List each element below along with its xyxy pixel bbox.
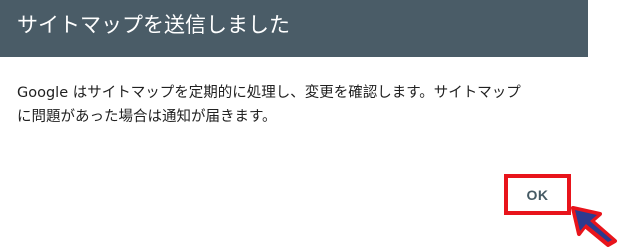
ok-button-highlight: OK — [504, 174, 571, 215]
dialog-message-line: に問題があった場合は通知が届きます。 — [17, 109, 277, 125]
sitemap-submitted-dialog: サイトマップを送信しました Google はサイトマップを定期的に処理し、変更を… — [0, 0, 588, 247]
dialog-message: Google はサイトマップを定期的に処理し、変更を確認します。サイトマップ に… — [17, 81, 577, 129]
dialog-title: サイトマップを送信しました — [17, 13, 290, 37]
ok-button[interactable]: OK — [508, 178, 567, 211]
arrow-pointer-icon — [571, 206, 617, 247]
dialog-header: サイトマップを送信しました — [0, 0, 588, 57]
dialog-message-line: Google はサイトマップを定期的に処理し、変更を確認します。サイトマップ — [17, 85, 521, 101]
